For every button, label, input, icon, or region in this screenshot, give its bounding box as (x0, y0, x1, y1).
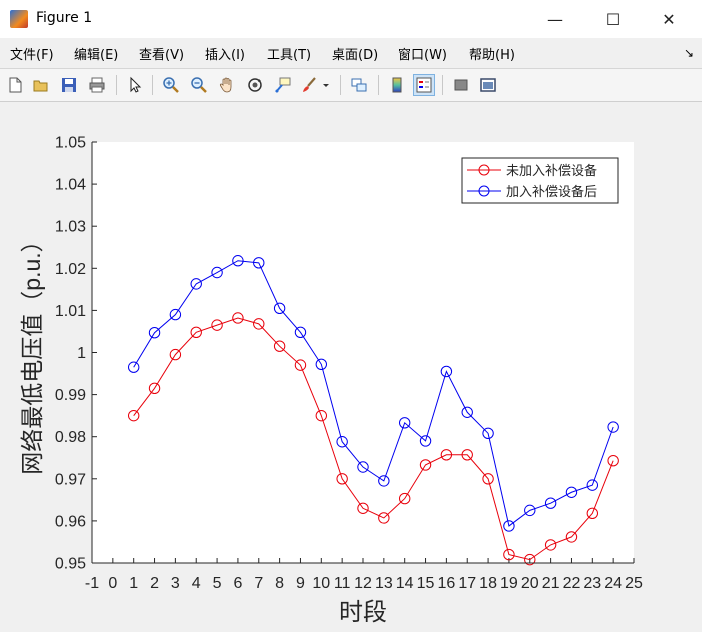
close-button[interactable]: ✕ (642, 0, 696, 38)
legend[interactable]: 未加入补偿设备 加入补偿设备后 (461, 157, 619, 204)
maximize-icon: ☐ (605, 9, 621, 29)
x-tick-label: 11 (334, 575, 351, 592)
x-tick-label: 14 (396, 575, 414, 592)
y-tick-label: 1.05 (55, 135, 86, 152)
line-chart[interactable]: 0.95 0.96 0.97 0.98 0.99 1 1.01 1.02 1.03 1.04 1.0… (0, 102, 702, 628)
colorbar-icon[interactable] (386, 74, 408, 96)
show-plot-tools-icon[interactable] (477, 74, 499, 96)
x-tick-label: 21 (542, 575, 560, 592)
window-title-bar: Figure 1 — ☐ ✕ (0, 0, 702, 38)
x-tick-label: 15 (417, 575, 435, 592)
minimize-icon: — (547, 9, 563, 29)
x-tick-label: 7 (254, 575, 263, 592)
brush-menu-icon[interactable] (320, 74, 332, 96)
zoom-out-icon[interactable] (188, 74, 210, 96)
figure-canvas: 0.95 0.96 0.97 0.98 0.99 1 1.01 1.02 1.03 1.04 1.0… (0, 102, 702, 628)
y-tick-label: 0.99 (55, 387, 86, 404)
menu-insert[interactable]: 插入(I) (205, 44, 245, 63)
menu-bar: 文件(F) 编辑(E) 查看(V) 插入(I) 工具(T) 桌面(D) 窗口(W… (0, 38, 702, 69)
close-icon: ✕ (662, 9, 676, 29)
x-tick-label: 22 (563, 575, 581, 592)
x-tick-label: 12 (354, 575, 372, 592)
y-tick-label: 1 (77, 345, 86, 362)
x-tick-label: 5 (213, 575, 222, 592)
print-icon[interactable] (86, 74, 108, 96)
x-tick-label: 23 (583, 575, 601, 592)
matlab-app-icon (10, 10, 28, 28)
legend-label-series-1: 未加入补偿设备 (506, 163, 597, 178)
x-axis-label: 时段 (339, 599, 387, 626)
maximize-button[interactable]: ☐ (586, 0, 640, 38)
menu-tools[interactable]: 工具(T) (267, 44, 311, 63)
figure-toolbar (0, 69, 702, 102)
x-tick-label: 20 (521, 575, 539, 592)
x-tick-label: 25 (625, 575, 643, 592)
y-tick-label: 1.02 (55, 261, 86, 278)
rotate-3d-icon[interactable] (244, 74, 266, 96)
pan-hand-icon[interactable] (216, 74, 238, 96)
new-figure-icon[interactable] (4, 74, 26, 96)
x-tick-label: 16 (437, 575, 455, 592)
x-tick-label: -1 (85, 575, 99, 592)
x-tick-label: 18 (479, 575, 497, 592)
x-tick-label: 0 (108, 575, 117, 592)
menu-file[interactable]: 文件(F) (10, 44, 54, 63)
y-tick-label: 0.98 (55, 429, 86, 446)
toolbar-separator (116, 75, 117, 95)
y-axis-label: 网络最低电压值（p.u.） (19, 229, 45, 474)
toolbar-separator (152, 75, 153, 95)
legend-label-series-2: 加入补偿设备后 (506, 184, 597, 199)
menu-view[interactable]: 查看(V) (139, 44, 184, 63)
menu-edit[interactable]: 编辑(E) (74, 44, 118, 63)
x-tick-label: 17 (458, 575, 476, 592)
link-plot-icon[interactable] (348, 74, 370, 96)
menu-help[interactable]: 帮助(H) (469, 44, 515, 63)
y-tick-label: 1.01 (55, 303, 86, 320)
pointer-icon[interactable] (124, 74, 146, 96)
toolbar-separator (340, 75, 341, 95)
data-cursor-icon[interactable] (272, 74, 294, 96)
save-icon[interactable] (58, 74, 80, 96)
toolbar-separator (378, 75, 379, 95)
window-title: Figure 1 (36, 10, 93, 26)
y-tick-label: 1.03 (55, 219, 86, 236)
open-file-icon[interactable] (30, 74, 52, 96)
toolbar-separator (442, 75, 443, 95)
x-tick-label: 8 (275, 575, 284, 592)
plot-area (92, 142, 634, 563)
y-axis-ticks: 0.95 0.96 0.97 0.98 0.99 1 1.01 1.02 1.03 1.04 1.0… (55, 135, 97, 573)
minimize-button[interactable]: — (528, 0, 582, 38)
y-tick-label: 0.95 (55, 556, 86, 573)
hide-plot-tools-icon[interactable] (450, 74, 472, 96)
brush-icon[interactable] (298, 74, 320, 96)
zoom-in-icon[interactable] (160, 74, 182, 96)
y-tick-label: 0.97 (55, 471, 86, 488)
menu-desktop[interactable]: 桌面(D) (332, 44, 378, 63)
x-tick-label: 19 (500, 575, 518, 592)
x-tick-label: 10 (312, 575, 330, 592)
x-tick-label: 4 (192, 575, 201, 592)
menu-window[interactable]: 窗口(W) (398, 44, 447, 63)
x-tick-label: 9 (296, 575, 305, 592)
legend-icon[interactable] (413, 74, 435, 96)
y-tick-label: 0.96 (55, 513, 86, 530)
x-tick-label: 1 (129, 575, 138, 592)
x-tick-label: 6 (233, 575, 242, 592)
menu-expand-icon[interactable]: ↘ (684, 46, 694, 60)
x-tick-label: 2 (150, 575, 159, 592)
y-tick-label: 1.04 (55, 177, 86, 194)
x-tick-label: 3 (171, 575, 180, 592)
x-tick-label: 24 (604, 575, 622, 592)
x-tick-label: 13 (375, 575, 393, 592)
